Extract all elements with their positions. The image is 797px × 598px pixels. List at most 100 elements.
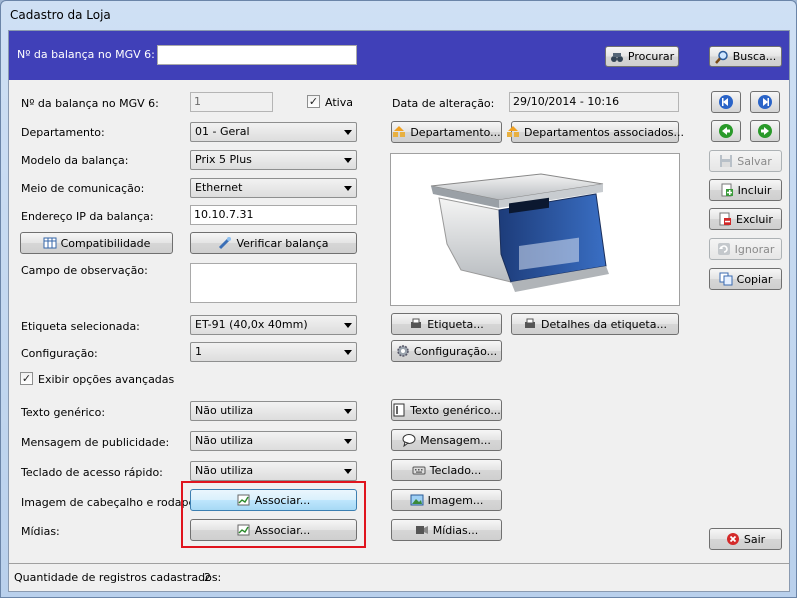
imagem-button[interactable]: Imagem... <box>391 489 502 511</box>
mensagem-value: Não utiliza <box>195 434 254 447</box>
departamentos-associados-label: Departamentos associados... <box>524 125 684 139</box>
busca-label: Busca... <box>732 50 777 63</box>
imagem-cabecalho-label: Imagem de cabeçalho e rodapé: <box>21 496 199 509</box>
chevron-down-icon <box>344 186 352 191</box>
observacao-textarea[interactable] <box>190 263 357 303</box>
chevron-down-icon <box>344 350 352 355</box>
boxes-icon <box>393 126 406 137</box>
etiqueta-select[interactable]: ET-91 (40,0x 40mm) <box>190 315 357 335</box>
teclado-label: Teclado de acesso rápido: <box>21 466 163 479</box>
mensagem-button[interactable]: Mensagem... <box>391 429 502 451</box>
etiqueta-button[interactable]: Etiqueta... <box>391 313 502 335</box>
last-icon <box>758 95 772 109</box>
mensagem-button-label: Mensagem... <box>420 433 491 447</box>
record-count-label: Quantidade de registros cadastrados: <box>14 571 222 584</box>
speech-bubble-icon <box>402 434 416 447</box>
highlight-frame <box>181 481 366 548</box>
configuracao-button-label: Configuração... <box>413 344 498 358</box>
mensagem-label: Mensagem de publicidade: <box>21 436 170 449</box>
excluir-button[interactable]: Excluir <box>709 208 782 230</box>
exibir-avancadas-checkbox[interactable]: ✓ <box>20 372 33 385</box>
text-icon <box>393 403 405 417</box>
window-title: Cadastro da Loja <box>10 8 111 22</box>
ignorar-button[interactable]: Ignorar <box>709 238 782 260</box>
copiar-button[interactable]: Copiar <box>709 268 782 290</box>
arrow-left-icon <box>719 124 733 138</box>
next-record-button[interactable] <box>750 120 780 142</box>
etiqueta-button-label: Etiqueta... <box>427 317 484 331</box>
gear-icon <box>397 345 409 357</box>
mensagem-select[interactable]: Não utiliza <box>190 431 357 451</box>
meio-label: Meio de comunicação: <box>21 182 145 195</box>
printer-icon <box>411 318 422 328</box>
meio-select[interactable]: Ethernet <box>190 178 357 198</box>
excluir-label: Excluir <box>736 212 773 226</box>
ignorar-label: Ignorar <box>734 242 775 256</box>
texto-generico-button[interactable]: Texto genérico... <box>391 399 502 421</box>
observacao-label: Campo de observação: <box>21 264 148 277</box>
delete-document-icon <box>719 212 732 226</box>
table-icon <box>43 237 57 249</box>
wand-icon <box>219 237 232 250</box>
chevron-down-icon <box>344 439 352 444</box>
scale-number-field: 1 <box>190 92 273 112</box>
scale-image <box>390 153 680 306</box>
etiqueta-label: Etiqueta selecionada: <box>21 320 140 333</box>
magnifier-icon <box>714 50 728 64</box>
last-record-button[interactable] <box>750 91 780 113</box>
teclado-button-label: Teclado... <box>429 463 482 477</box>
footer-divider <box>9 563 789 564</box>
chevron-down-icon <box>344 158 352 163</box>
salvar-label: Salvar <box>737 154 772 168</box>
texto-generico-value: Não utiliza <box>195 404 254 417</box>
undo-icon <box>717 243 730 255</box>
modelo-select[interactable]: Prix 5 Plus <box>190 150 357 170</box>
copiar-label: Copiar <box>736 272 773 286</box>
boxes-icon <box>507 126 520 137</box>
incluir-button[interactable]: Incluir <box>709 179 782 201</box>
ip-label: Endereço IP da balança: <box>21 210 154 223</box>
departamentos-associados-button[interactable]: Departamentos associados... <box>507 121 684 143</box>
search-header: Nº da balança no MGV 6: Procurar Busca..… <box>9 31 789 80</box>
midias-label: Mídias: <box>21 525 60 538</box>
midias-button[interactable]: Mídias... <box>391 519 502 541</box>
sair-label: Sair <box>743 532 766 546</box>
texto-generico-select[interactable]: Não utiliza <box>190 401 357 421</box>
ip-input[interactable]: 10.10.7.31 <box>190 205 357 225</box>
configuracao-label: Configuração: <box>21 347 98 360</box>
previous-record-button[interactable] <box>711 120 741 142</box>
procurar-button[interactable]: Procurar <box>605 46 679 67</box>
departamento-select[interactable]: 01 - Geral <box>190 122 357 142</box>
picture-icon <box>410 494 424 506</box>
midias-button-label: Mídias... <box>432 523 479 537</box>
departamento-button[interactable]: Departamento... <box>391 121 502 143</box>
chevron-down-icon <box>344 323 352 328</box>
header-scale-number-label: Nº da balança no MGV 6: <box>17 48 155 61</box>
compatibilidade-button[interactable]: Compatibilidade <box>20 232 173 254</box>
first-record-button[interactable] <box>711 91 741 113</box>
ativa-checkbox[interactable]: ✓ <box>307 95 320 108</box>
departamento-label: Departamento: <box>21 126 105 139</box>
change-date-label: Data de alteração: <box>392 97 495 110</box>
configuracao-value: 1 <box>195 345 202 358</box>
etiqueta-value: ET-91 (40,0x 40mm) <box>195 318 308 331</box>
configuracao-button[interactable]: Configuração... <box>391 340 502 362</box>
teclado-button[interactable]: Teclado... <box>391 459 502 481</box>
exibir-avancadas-label: Exibir opções avançadas <box>38 373 175 386</box>
record-count-value: 2 <box>204 571 211 584</box>
header-scale-number-input[interactable] <box>157 45 357 65</box>
first-icon <box>719 95 733 109</box>
salvar-button[interactable]: Salvar <box>709 150 782 172</box>
verificar-balanca-button[interactable]: Verificar balança <box>190 232 357 254</box>
scale-picture-icon <box>430 173 609 292</box>
scale-number-label: Nº da balança no MGV 6: <box>21 97 159 110</box>
departamento-value: 01 - Geral <box>195 125 250 138</box>
sair-button[interactable]: Sair <box>709 528 782 550</box>
chevron-down-icon <box>344 130 352 135</box>
busca-button[interactable]: Busca... <box>709 46 782 67</box>
teclado-select[interactable]: Não utiliza <box>190 461 357 481</box>
detalhes-etiqueta-button[interactable]: Detalhes da etiqueta... <box>511 313 679 335</box>
title-bar: Cadastro da Loja <box>1 1 796 30</box>
compatibilidade-label: Compatibilidade <box>60 236 151 250</box>
configuracao-select[interactable]: 1 <box>190 342 357 362</box>
